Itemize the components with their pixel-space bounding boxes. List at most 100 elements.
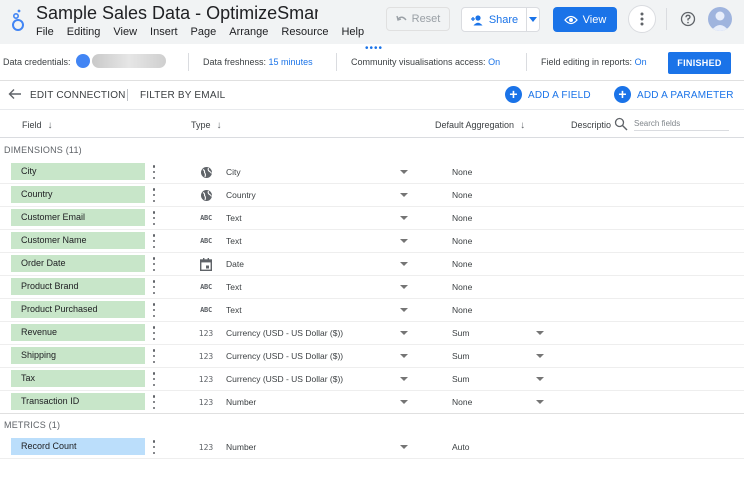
menu-arrange[interactable]: Arrange (229, 26, 268, 38)
field-name-chip[interactable]: Country (11, 186, 145, 203)
field-options-icon[interactable] (151, 372, 157, 386)
filter-by-email-link[interactable]: FILTER BY EMAIL (140, 90, 225, 101)
menu-view[interactable]: View (113, 26, 137, 38)
type-dropdown-arrow-icon[interactable] (400, 331, 408, 335)
add-field-button[interactable]: ADD A FIELD (528, 90, 591, 101)
column-field[interactable]: Field ↓ (22, 120, 53, 131)
calendar-icon (197, 257, 215, 271)
field-name-chip[interactable]: Transaction ID (11, 393, 145, 410)
toolbar-separator (127, 89, 128, 101)
type-dropdown-arrow-icon[interactable] (400, 262, 408, 266)
aggregation-dropdown-arrow-icon[interactable] (536, 400, 544, 404)
type-dropdown-arrow-icon[interactable] (400, 308, 408, 312)
field-type-select[interactable]: Currency (USD - US Dollar ($)) (226, 328, 343, 338)
dimensions-section-label: DIMENSIONS (11) (4, 145, 82, 155)
add-field-plus-icon[interactable]: + (505, 86, 522, 103)
type-dropdown-arrow-icon[interactable] (400, 170, 408, 174)
type-dropdown-arrow-icon[interactable] (400, 285, 408, 289)
edit-connection-link[interactable]: EDIT CONNECTION (30, 90, 126, 101)
menu-editing[interactable]: Editing (67, 26, 101, 38)
type-dropdown-arrow-icon[interactable] (400, 445, 408, 449)
column-description[interactable]: Descriptio (571, 120, 611, 130)
type-dropdown-arrow-icon[interactable] (400, 377, 408, 381)
help-button[interactable] (677, 8, 699, 30)
credentials-owner-redacted[interactable] (92, 54, 166, 68)
search-fields-input[interactable] (634, 116, 729, 131)
field-name-chip[interactable]: Shipping (11, 347, 145, 364)
type-dropdown-arrow-icon[interactable] (400, 354, 408, 358)
field-type-select[interactable]: Country (226, 190, 256, 200)
field-aggregation-value[interactable]: Sum (452, 328, 469, 338)
field-type-select[interactable]: Currency (USD - US Dollar ($)) (226, 351, 343, 361)
document-title[interactable]: Sample Sales Data - OptimizeSmart.com (36, 3, 318, 24)
column-default-aggregation[interactable]: Default Aggregation ↓ (435, 120, 525, 131)
aggregation-dropdown-arrow-icon[interactable] (536, 377, 544, 381)
field-type-select[interactable]: Currency (USD - US Dollar ($)) (226, 374, 343, 384)
add-parameter-button[interactable]: ADD A PARAMETER (637, 90, 734, 101)
aggregation-dropdown-arrow-icon[interactable] (536, 331, 544, 335)
field-options-icon[interactable] (151, 395, 157, 409)
community-value-link[interactable]: On (488, 57, 500, 67)
field-row: Revenue 123 Currency (USD - US Dollar ($))… (0, 322, 744, 345)
field-editing-value-link[interactable]: On (635, 57, 647, 67)
share-options-button[interactable] (527, 7, 540, 32)
looker-studio-logo-icon[interactable] (10, 8, 26, 32)
field-aggregation-value: None (452, 167, 473, 177)
menu-page[interactable]: Page (191, 26, 217, 38)
field-options-icon[interactable] (151, 440, 157, 454)
field-options-icon[interactable] (151, 211, 157, 225)
field-options-icon[interactable] (151, 165, 157, 179)
field-name-chip[interactable]: Order Date (11, 255, 145, 272)
field-options-icon[interactable] (151, 234, 157, 248)
field-options-icon[interactable] (151, 326, 157, 340)
field-type-select[interactable]: Text (226, 305, 242, 315)
eye-icon (563, 15, 578, 24)
more-options-button[interactable] (628, 5, 656, 33)
add-parameter-plus-icon[interactable]: + (614, 86, 631, 103)
field-options-icon[interactable] (151, 188, 157, 202)
field-name-chip[interactable]: Customer Name (11, 232, 145, 249)
reset-button[interactable]: Reset (386, 7, 450, 31)
freshness-value-link[interactable]: 15 minutes (269, 57, 313, 67)
finished-button[interactable]: FINISHED (668, 52, 731, 74)
view-button[interactable]: View (553, 7, 617, 32)
aggregation-dropdown-arrow-icon[interactable] (536, 354, 544, 358)
type-dropdown-arrow-icon[interactable] (400, 193, 408, 197)
field-name-chip[interactable]: City (11, 163, 145, 180)
field-options-icon[interactable] (151, 280, 157, 294)
field-aggregation-value[interactable]: Sum (452, 374, 469, 384)
field-aggregation-value[interactable]: Sum (452, 351, 469, 361)
menu-file[interactable]: File (36, 26, 54, 38)
field-name-chip[interactable]: Product Purchased (11, 301, 145, 318)
field-type-select[interactable]: Text (226, 213, 242, 223)
field-options-icon[interactable] (151, 349, 157, 363)
type-dropdown-arrow-icon[interactable] (400, 400, 408, 404)
field-name-chip[interactable]: Record Count (11, 438, 145, 455)
field-type-select[interactable]: Date (226, 259, 244, 269)
share-button[interactable]: Share (461, 7, 527, 32)
back-arrow-icon[interactable] (8, 87, 22, 101)
field-type-select[interactable]: Text (226, 282, 242, 292)
field-aggregation-value[interactable]: None (452, 397, 472, 407)
field-type-select[interactable]: Text (226, 236, 242, 246)
type-dropdown-arrow-icon[interactable] (400, 216, 408, 220)
user-avatar[interactable] (708, 7, 732, 31)
field-type-select[interactable]: City (226, 167, 241, 177)
credentials-avatar[interactable] (76, 54, 90, 68)
field-type-select[interactable]: Number (226, 397, 256, 407)
field-options-icon[interactable] (151, 303, 157, 317)
menu-resource[interactable]: Resource (281, 26, 328, 38)
field-name-chip[interactable]: Customer Email (11, 209, 145, 226)
field-type-select[interactable]: Number (226, 442, 256, 452)
field-options-icon[interactable] (151, 257, 157, 271)
field-name-chip[interactable]: Product Brand (11, 278, 145, 295)
type-dropdown-arrow-icon[interactable] (400, 239, 408, 243)
field-name-chip[interactable]: Revenue (11, 324, 145, 341)
menu-insert[interactable]: Insert (150, 26, 178, 38)
menu-help[interactable]: Help (341, 26, 364, 38)
drag-handle-icon[interactable]: •••• (365, 44, 383, 54)
field-editing-setting: Field editing in reports: On (541, 57, 647, 67)
column-type[interactable]: Type ↓ (191, 120, 222, 131)
search-icon[interactable] (614, 117, 628, 131)
field-name-chip[interactable]: Tax (11, 370, 145, 387)
